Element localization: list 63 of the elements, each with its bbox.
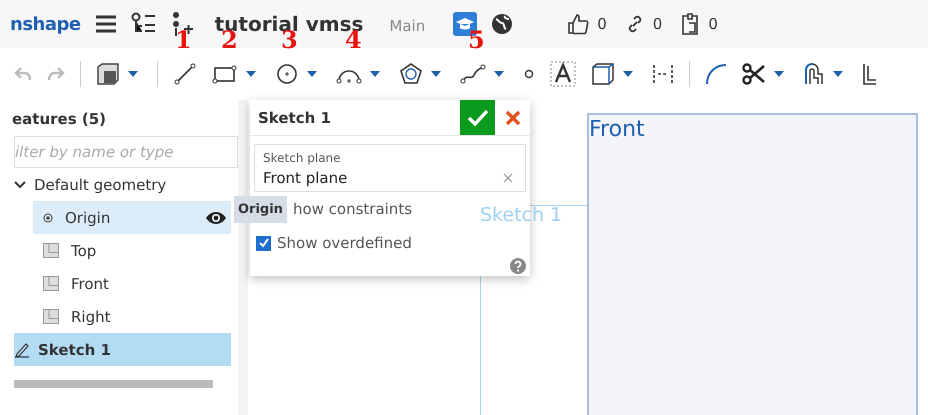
front-plane[interactable]: Front [587, 113, 918, 415]
caret-icon[interactable] [307, 71, 317, 77]
spline-icon[interactable] [460, 63, 486, 85]
caret-icon[interactable] [833, 71, 843, 77]
fillet-icon[interactable] [705, 63, 727, 85]
caret-icon[interactable] [370, 71, 380, 77]
box-icon[interactable] [591, 62, 615, 86]
scrollbar[interactable] [14, 380, 213, 388]
tree-item[interactable]: Default geometry [14, 168, 231, 201]
point-icon[interactable] [523, 68, 535, 80]
line-icon[interactable] [173, 62, 197, 86]
caret-icon[interactable] [128, 71, 138, 77]
scissors-icon[interactable] [742, 63, 766, 85]
clear-icon[interactable] [503, 173, 513, 183]
tree-item[interactable]: Origin [33, 201, 231, 234]
option-label[interactable]: Show overdefined [277, 234, 412, 252]
plane-icon [43, 309, 59, 324]
thumbs-up-icon[interactable] [567, 13, 590, 35]
step-number: 1 [175, 28, 192, 52]
dialog-title: Sketch 1 [257, 108, 332, 126]
panel-title: eatures (5) [11, 109, 108, 130]
clipboard-icon[interactable] [680, 13, 700, 35]
eye-icon[interactable] [205, 210, 227, 224]
close-icon [504, 110, 520, 126]
counter-value: 0 [708, 15, 718, 33]
menu-icon[interactable] [94, 15, 117, 33]
globe-icon[interactable] [491, 13, 514, 35]
rectangle-icon[interactable] [212, 63, 238, 85]
checkbox[interactable] [256, 236, 271, 250]
point-icon [43, 212, 53, 222]
caret-icon[interactable] [431, 71, 441, 77]
help-icon[interactable] [510, 258, 526, 274]
cancel-button[interactable] [495, 100, 530, 135]
midpoint-icon[interactable] [652, 63, 674, 85]
check-icon [466, 108, 488, 126]
counter-value: 0 [652, 15, 662, 33]
cube-icon[interactable] [96, 62, 120, 86]
sketch-plane-field[interactable]: Sketch plane Front plane [254, 144, 526, 192]
filter-field[interactable]: ilter by name or type [14, 136, 238, 168]
chevron-icon[interactable] [14, 180, 26, 188]
tree-item[interactable]: Right [33, 300, 231, 333]
caret-icon[interactable] [774, 71, 784, 77]
sketch-label: Sketch 1 [480, 204, 562, 226]
offset-icon[interactable] [803, 62, 825, 86]
tree-item[interactable]: Sketch 1 [14, 333, 231, 366]
step-number: 5 [468, 28, 485, 52]
caret-icon[interactable] [623, 71, 633, 77]
tooltip: Origin [234, 196, 287, 222]
polygon-icon[interactable] [399, 62, 423, 86]
tree-item[interactable]: Front [33, 267, 231, 300]
logo[interactable]: nshape [10, 14, 81, 34]
circle-icon[interactable] [275, 62, 299, 86]
pencil-icon [14, 342, 30, 358]
plane-icon [43, 276, 59, 291]
counter-value: 0 [597, 15, 607, 33]
caret-icon[interactable] [246, 71, 256, 77]
plane-icon [43, 243, 59, 258]
text-tool-icon[interactable] [550, 61, 576, 87]
tree-item[interactable]: Top [33, 234, 231, 267]
linear-pattern-icon[interactable] [862, 62, 876, 86]
accept-button[interactable] [460, 100, 495, 135]
option-label[interactable]: how constraints [292, 200, 412, 218]
caret-icon[interactable] [494, 71, 504, 77]
